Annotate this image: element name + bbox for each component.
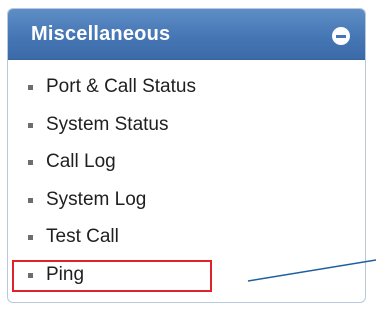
miscellaneous-panel: Miscellaneous Port & Call Status System … — [7, 8, 366, 303]
bullet-icon — [28, 197, 33, 203]
bullet-icon — [28, 272, 33, 278]
menu-item-label: System Log — [46, 188, 147, 210]
bullet-icon — [28, 122, 33, 128]
bullet-icon — [28, 85, 33, 90]
menu-item-ping[interactable]: Ping — [8, 263, 365, 301]
menu-item-call-log[interactable]: Call Log — [8, 150, 365, 188]
menu-item-port-call-status[interactable]: Port & Call Status — [8, 75, 365, 113]
panel-title: Miscellaneous — [31, 23, 171, 45]
miscellaneous-menu: Port & Call Status System Status Call Lo… — [8, 75, 365, 300]
menu-item-label: Call Log — [46, 151, 116, 172]
bullet-icon — [28, 235, 33, 240]
menu-item-system-status[interactable]: System Status — [8, 113, 365, 151]
minus-circle-icon[interactable] — [332, 27, 350, 45]
menu-item-label: Test Call — [46, 226, 119, 247]
minus-bar — [336, 34, 346, 38]
bullet-icon — [28, 160, 33, 165]
panel-header[interactable]: Miscellaneous — [8, 9, 365, 60]
menu-item-label: Port & Call Status — [46, 76, 196, 97]
menu-item-test-call[interactable]: Test Call — [8, 225, 365, 263]
menu-item-system-log[interactable]: System Log — [8, 188, 365, 226]
menu-item-label: Ping — [46, 263, 85, 285]
menu-item-label: System Status — [46, 113, 169, 135]
